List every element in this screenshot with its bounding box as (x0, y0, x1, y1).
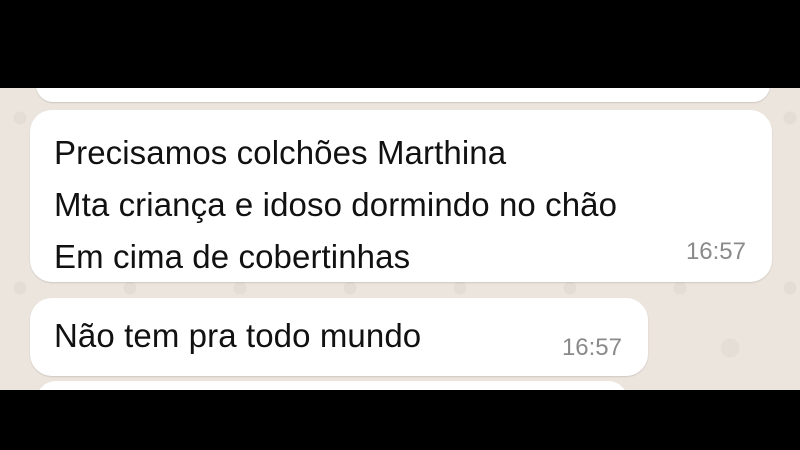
message-timestamp: 16:57 (561, 334, 622, 361)
message-text: Precisamos colchões Marthina Mta criança… (54, 127, 617, 283)
message-bubble-previous-partial[interactable] (36, 88, 770, 102)
message-timestamp: 16:57 (685, 238, 746, 265)
message-bubble-next-partial[interactable] (36, 381, 628, 390)
message-bubble[interactable]: Precisamos colchões Marthina Mta criança… (30, 110, 772, 282)
screenshot-frame: Precisamos colchões Marthina Mta criança… (0, 0, 800, 450)
chat-area[interactable]: Precisamos colchões Marthina Mta criança… (0, 88, 800, 390)
message-bubble[interactable]: Não tem pra todo mundo 16:57 (30, 298, 648, 376)
message-line: Não tem pra todo mundo (54, 317, 422, 354)
message-line: Mta criança e idoso dormindo no chão (54, 186, 618, 223)
message-line: Em cima de cobertinhas (54, 238, 411, 275)
message-text: Não tem pra todo mundo (54, 310, 421, 362)
message-line: Precisamos colchões Marthina (54, 134, 507, 171)
